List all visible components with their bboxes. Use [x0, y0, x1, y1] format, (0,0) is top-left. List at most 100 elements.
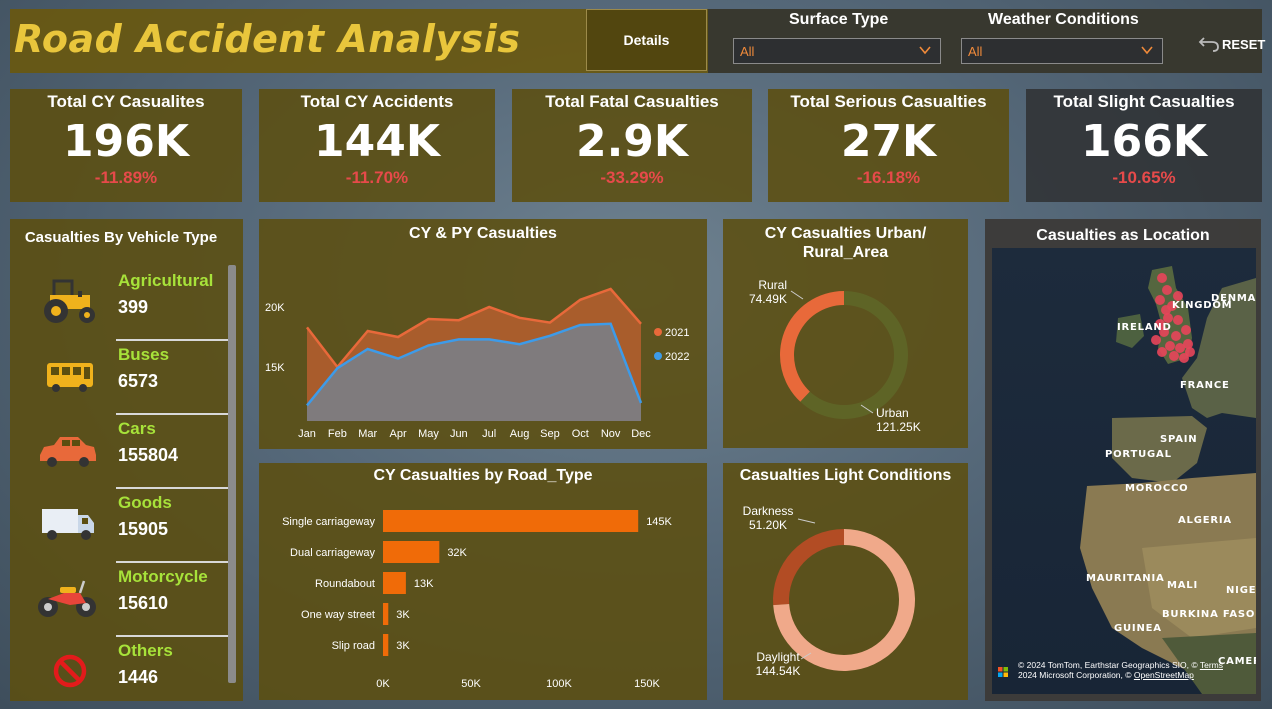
- bar: [383, 572, 406, 594]
- vehicle-name: Motorcycle: [118, 567, 208, 586]
- x-tick-label: Jul: [482, 428, 496, 440]
- casualty-dot: [1155, 295, 1165, 305]
- bar: [383, 634, 389, 656]
- leader-line: [797, 518, 816, 524]
- x-tick-label: Jan: [298, 428, 316, 440]
- urban-rural-chart-panel: CY Casualties Urban/ Rural_Area Rural 74.…: [723, 219, 968, 448]
- map-country-label: SPAIN: [1160, 434, 1197, 445]
- map-country-label: GUINEA: [1114, 623, 1162, 634]
- vehicle-count: 399: [118, 297, 149, 317]
- x-tick-label: 150K: [634, 678, 660, 690]
- legend-label: 2022: [665, 351, 689, 363]
- tractor-icon: [44, 279, 95, 323]
- kpi-title: Total Slight Casualties: [1053, 92, 1235, 111]
- map-canvas[interactable]: KINGDOMIRELANDDENMARFRANCESPAINPORTUGALM…: [992, 248, 1256, 694]
- x-tick-label: Apr: [390, 428, 407, 440]
- reset-button[interactable]: RESET: [1198, 35, 1265, 53]
- casualties-location-map-panel: Casualties as Location KINGDOM IRELAND D…: [985, 219, 1261, 701]
- vehicle-name: Cars: [118, 419, 156, 438]
- vehicle-type-panel: Casualties By Vehicle Type Agricultural …: [10, 219, 243, 701]
- kpi-card-serious-casualties: Total Serious Casualties 27K -16.18%: [768, 89, 1009, 202]
- vehicle-name: Goods: [118, 493, 172, 512]
- map-country-label: NIGER: [1226, 585, 1256, 596]
- weather-conditions-label: Weather Conditions: [988, 11, 1139, 28]
- cy-py-casualties-chart-panel: CY & PY Casualties Jan Feb Mar Apr May Jun Jul…: [259, 219, 707, 449]
- vehicle-count: 15905: [118, 519, 169, 539]
- casualty-dot: [1181, 325, 1191, 335]
- vehicle-name: Buses: [118, 345, 170, 364]
- category-label: Roundabout: [315, 578, 375, 590]
- x-tick-label: Feb: [328, 428, 347, 440]
- weather-conditions-value: All: [968, 44, 983, 59]
- map-country-label: DENMAR: [1211, 293, 1256, 304]
- bar: [383, 510, 639, 532]
- kpi-title: Total Serious Casualties: [790, 92, 987, 111]
- casualty-dot: [1157, 347, 1167, 357]
- kpi-change: -33.29%: [600, 168, 664, 187]
- kpi-card-total-casualties: Total CY Casualites 196K -11.89%: [10, 89, 242, 202]
- legend-marker: [654, 352, 662, 360]
- x-tick-label: Jun: [450, 428, 468, 440]
- x-tick-label: Mar: [358, 428, 377, 440]
- data-label: 3K: [396, 640, 410, 652]
- undo-arrow-icon: [1198, 37, 1219, 52]
- map-country-label: MAURITANIA: [1086, 573, 1165, 584]
- slice-label: Daylight: [756, 650, 800, 664]
- casualty-dot: [1185, 347, 1195, 357]
- y-tick-label: 15K: [265, 362, 285, 374]
- prohibited-icon: [53, 654, 87, 688]
- x-tick-label: Nov: [601, 428, 621, 440]
- bar: [383, 541, 440, 563]
- vehicle-count: 6573: [118, 371, 159, 391]
- chevron-down-icon: [1141, 46, 1153, 55]
- x-tick-label: Aug: [510, 428, 530, 440]
- map-credit-line2: 2024 Microsoft Corporation, ©: [1018, 670, 1132, 680]
- x-tick-label: 0K: [376, 678, 390, 690]
- slice-label: Darkness: [743, 504, 794, 518]
- slice-value: 121.25K: [876, 420, 921, 434]
- category-label: One way street: [301, 609, 375, 621]
- list-item: Motorcycle 15610: [10, 561, 236, 635]
- list-item: Buses 6573: [10, 339, 236, 413]
- donut-chart: Darkness51.20K Daylight144.54K: [743, 504, 915, 678]
- map-attribution: © 2024 TomTom, Earthstar Geographics SIO…: [1018, 660, 1223, 680]
- category-label: Dual carriageway: [290, 547, 375, 559]
- truck-icon: [42, 509, 94, 540]
- map-country-label: BURKINA FASO: [1162, 609, 1255, 620]
- data-label: 145K: [646, 516, 672, 528]
- bus-icon: [47, 363, 93, 392]
- weather-conditions-dropdown[interactable]: All: [961, 38, 1163, 64]
- x-tick-label: Dec: [631, 428, 651, 440]
- donut-slice-darkness: [773, 529, 844, 606]
- map-country-label: CAMER: [1218, 656, 1256, 667]
- kpi-card-total-accidents: Total CY Accidents 144K -11.70%: [259, 89, 495, 202]
- filter-area: Surface Type All Weather Conditions All: [708, 9, 1262, 73]
- slice-value: 144.54K: [756, 664, 801, 678]
- category-label: Single carriageway: [282, 516, 375, 528]
- kpi-title: Total CY Accidents: [300, 92, 454, 111]
- kpi-change: -16.18%: [856, 168, 921, 187]
- road-type-chart-panel: CY Casualties by Road_Type Single carria…: [259, 463, 707, 700]
- kpi-value: 166K: [1081, 116, 1207, 167]
- details-button[interactable]: Details: [586, 9, 707, 71]
- vehicle-list-scrollbar[interactable]: [228, 265, 236, 683]
- list-item: Others 1446: [10, 635, 236, 709]
- area-chart: Jan Feb Mar Apr May Jun Jul Aug Sep Oct Nov Dec 15K 2…: [265, 287, 689, 440]
- surface-type-dropdown[interactable]: All: [733, 38, 941, 64]
- map-country-label: IRELAND: [1117, 322, 1172, 333]
- surface-type-label: Surface Type: [789, 11, 889, 28]
- vehicle-panel-title: Casualties By Vehicle Type: [24, 229, 218, 246]
- donut-chart: Rural74.49K Urban121.25K: [749, 278, 921, 434]
- leader-line: [790, 290, 804, 300]
- casualty-dot: [1157, 273, 1167, 283]
- list-item: Goods 15905: [10, 487, 236, 561]
- slice-value: 51.20K: [749, 518, 787, 532]
- map-terms-link[interactable]: Terms: [1200, 660, 1223, 670]
- chevron-down-icon: [919, 46, 931, 55]
- kpi-value: 2.9K: [575, 116, 689, 167]
- data-label: 3K: [396, 609, 410, 621]
- kpi-value: 27K: [840, 116, 937, 167]
- slice-label: Urban: [876, 406, 909, 420]
- map-osm-link[interactable]: OpenStreetMap: [1134, 670, 1194, 680]
- kpi-change: -10.65%: [1112, 168, 1176, 187]
